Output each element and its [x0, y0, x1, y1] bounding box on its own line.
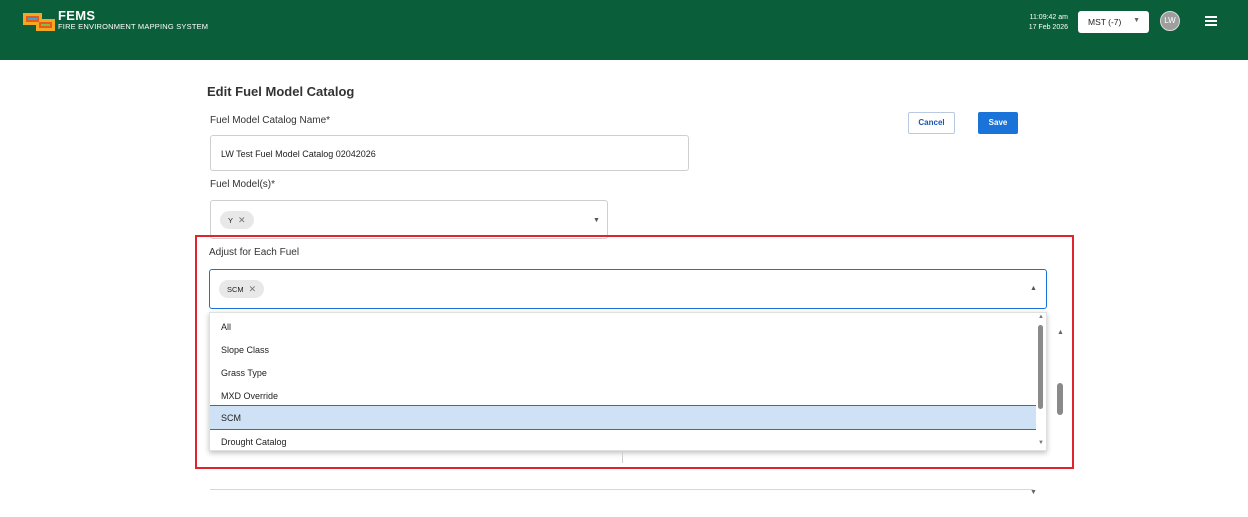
chevron-down-icon[interactable]: ▼: [1030, 489, 1037, 496]
timezone-value: MST (-7): [1088, 17, 1122, 27]
chip-label: Y: [228, 216, 234, 225]
close-icon[interactable]: ✕: [238, 215, 246, 225]
adjust-options-list: All Slope Class Grass Type MXD Override …: [209, 312, 1047, 451]
brand[interactable]: FEMS FIRE ENVIRONMENT MAPPING SYSTEM: [58, 9, 208, 32]
scroll-down-icon[interactable]: ▼: [1038, 440, 1044, 446]
dropdown-scroll-thumb[interactable]: [1038, 325, 1043, 409]
cancel-button[interactable]: Cancel: [908, 112, 955, 134]
adjust-label: Adjust for Each Fuel: [209, 247, 300, 258]
clock: 11:09:42 am 17 Feb 2026: [1022, 13, 1068, 33]
dropdown-scrollbar[interactable]: ▲ ▼: [1036, 313, 1046, 450]
divider: [210, 489, 1033, 490]
page-scroll-up-icon[interactable]: ▲: [1057, 329, 1064, 336]
adjust-for-each-fuel-select[interactable]: SCM ✕ ▲: [209, 269, 1047, 309]
option-drought-catalog[interactable]: Drought Catalog: [210, 430, 1036, 450]
chevron-up-icon[interactable]: ▲: [1030, 285, 1037, 292]
chevron-down-icon: ▼: [1133, 17, 1140, 24]
app-header: FEMS FIRE ENVIRONMENT MAPPING SYSTEM 11:…: [0, 0, 1248, 60]
brand-title: FEMS: [58, 8, 96, 23]
page-scroll-thumb[interactable]: [1057, 383, 1063, 415]
option-all[interactable]: All: [210, 315, 1036, 337]
page-title: Edit Fuel Model Catalog: [207, 84, 355, 99]
option-slope-class[interactable]: Slope Class: [210, 338, 1036, 360]
chevron-down-icon[interactable]: ▼: [593, 217, 600, 224]
hamburger-icon[interactable]: [1205, 16, 1217, 26]
fems-logo-icon[interactable]: [22, 10, 56, 34]
brand-subtitle: FIRE ENVIRONMENT MAPPING SYSTEM: [58, 22, 209, 31]
fuel-models-label: Fuel Model(s)*: [210, 179, 276, 190]
adjust-chip: SCM ✕: [219, 280, 265, 298]
divider: [622, 451, 623, 463]
timezone-select[interactable]: MST (-7) ▼: [1078, 11, 1149, 33]
option-mxd-override[interactable]: MXD Override: [210, 384, 1036, 406]
close-icon[interactable]: ✕: [249, 284, 257, 294]
option-grass-type[interactable]: Grass Type: [210, 361, 1036, 383]
save-button[interactable]: Save: [978, 112, 1018, 134]
catalog-name-label: Fuel Model Catalog Name*: [210, 115, 331, 126]
clock-time: 11:09:42 am: [1029, 14, 1068, 21]
clock-date: 17 Feb 2026: [1028, 24, 1068, 31]
fuel-models-select[interactable]: Y ✕ ▼: [210, 200, 608, 239]
scroll-up-icon[interactable]: ▲: [1038, 314, 1044, 320]
catalog-name-field[interactable]: LW Test Fuel Model Catalog 02042026: [210, 135, 689, 171]
avatar[interactable]: LW: [1160, 11, 1180, 31]
chip-label: SCM: [227, 285, 244, 294]
option-scm[interactable]: SCM: [210, 405, 1036, 430]
fuel-model-chip: Y ✕: [220, 211, 254, 229]
